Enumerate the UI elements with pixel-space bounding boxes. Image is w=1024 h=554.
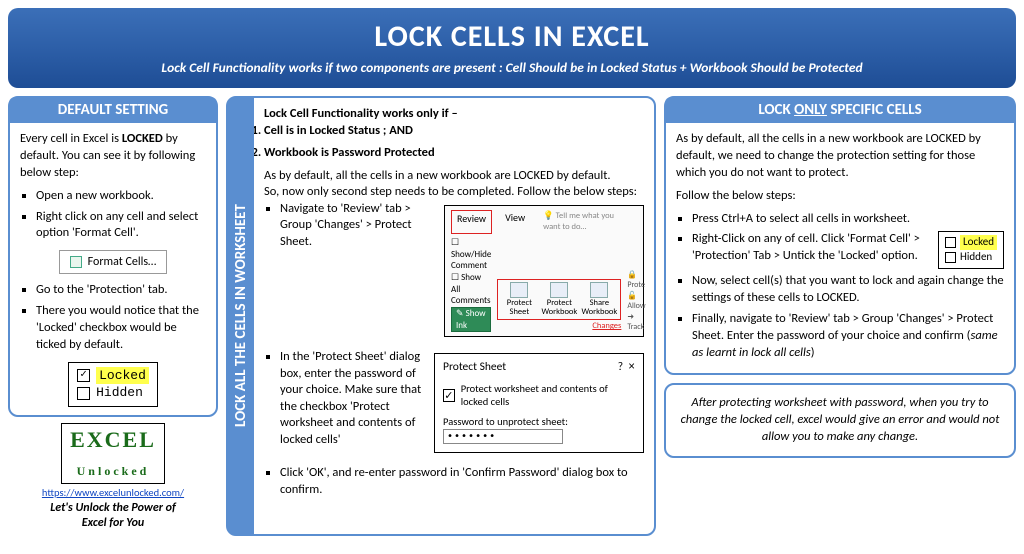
paragraph: As by default, all the cells in a new wo… — [676, 131, 1004, 182]
step: Finally, navigate to 'Review' tab > Grou… — [692, 311, 1004, 362]
panel-lock-all-cells: LOCK ALL THE CELLS IN WORKSHEET Lock Cel… — [226, 96, 656, 536]
hidden-label: Hidden — [96, 384, 143, 402]
dialog-checkbox-label: Protect worksheet and contents of locked… — [461, 382, 635, 410]
paragraph: So, now only second step needs to be com… — [264, 184, 644, 201]
panel-default-setting: DEFAULT SETTING Every cell in Excel is L… — [8, 96, 218, 417]
help-icon: ? — [618, 360, 623, 374]
panel-title: DEFAULT SETTING — [9, 97, 217, 123]
checkbox-icon — [443, 389, 455, 402]
paragraph: As by default, all the cells in a new wo… — [264, 168, 644, 185]
page-subtitle: Lock Cell Functionality works if two com… — [20, 59, 1004, 76]
ribbon-changes-group: ProtectSheet ProtectWorkbook ShareWorkbo… — [497, 279, 621, 321]
protect-workbook-button: ProtectWorkbook — [540, 282, 578, 318]
dialog-title: Protect Sheet — [443, 360, 506, 375]
panel-lock-specific-cells: LOCK ONLY SPECIFIC CELLS As by default, … — [664, 96, 1016, 375]
brand-mark: EXCEL Unlocked — [61, 423, 165, 484]
tagline: Let's Unlock the Power of Excel for You — [8, 501, 218, 531]
share-workbook-button: ShareWorkbook — [580, 282, 618, 318]
hidden-label: Hidden — [960, 250, 992, 265]
header-banner: LOCK CELLS IN EXCEL Lock Cell Functional… — [8, 8, 1016, 88]
page-title: LOCK CELLS IN EXCEL — [20, 18, 1004, 55]
step: Right-Click on any of cell. Click 'Forma… — [692, 231, 1004, 269]
condition: Workbook is Password Protected — [264, 145, 644, 162]
condition: Cell is in Locked Status ; AND — [264, 123, 644, 140]
checkbox-icon — [945, 252, 956, 263]
protect-sheet-dialog-figure: Protect Sheet ? × Protect worksheet and … — [434, 353, 644, 453]
locked-label: Locked — [96, 367, 149, 385]
step: Open a new workbook. — [36, 188, 206, 205]
step: Go to the 'Protection' tab. — [36, 282, 206, 299]
tell-me-box: 💡 Tell me what you want to do… — [538, 210, 637, 234]
ribbon-group-label: Changes — [497, 321, 621, 332]
format-cells-menu-item: Format Cells… — [59, 250, 168, 274]
brand-url-link[interactable]: https://www.excelunlocked.com/ — [42, 486, 184, 499]
checkbox-icon — [945, 237, 956, 248]
step: In the 'Protect Sheet' dialog box, enter… — [280, 349, 644, 459]
step: Click 'OK', and re-enter password in 'Co… — [280, 465, 644, 498]
step: Navigate to 'Review' tab > Group 'Change… — [280, 201, 644, 344]
password-field — [443, 429, 563, 444]
intro-text: Every cell in Excel is LOCKED by default… — [20, 131, 206, 182]
ribbon-comment-options: ☐ Show/Hide Comment ☐ Show All Comments … — [451, 237, 491, 333]
locked-label: Locked — [960, 235, 997, 250]
menu-label: Format Cells… — [88, 254, 157, 270]
protect-sheet-button: ProtectSheet — [500, 282, 538, 318]
panel-title-vertical: LOCK ALL THE CELLS IN WORKSHEET — [228, 98, 254, 534]
tab-review: Review — [451, 210, 492, 234]
step: There you would notice that the 'Locked'… — [36, 303, 206, 354]
footer-note: After protecting worksheet with password… — [664, 383, 1016, 458]
locked-hidden-figure: Locked Hidden — [938, 231, 1004, 269]
close-icon: × — [628, 361, 635, 373]
step: Now, select cell(s) that you want to loc… — [692, 273, 1004, 307]
panel-title: LOCK ONLY SPECIFIC CELLS — [665, 97, 1015, 123]
step: Right click on any cell and select optio… — [36, 209, 206, 243]
format-cells-icon — [70, 256, 82, 268]
locked-checkbox-figure: Locked Hidden — [68, 362, 158, 407]
checkbox-icon — [77, 369, 90, 382]
excel-ribbon-figure: Review View 💡 Tell me what you want to d… — [444, 205, 644, 338]
tab-view: View — [500, 210, 530, 234]
brand-logo-block: EXCEL Unlocked https://www.excelunlocked… — [8, 423, 218, 531]
conditions-heading: Lock Cell Functionality works only if – — [264, 106, 644, 123]
step: Press Ctrl+A to select all cells in work… — [692, 211, 1004, 228]
password-label: Password to unprotect sheet: — [443, 415, 635, 429]
checkbox-icon — [77, 387, 90, 400]
paragraph: Follow the below steps: — [676, 188, 1004, 205]
